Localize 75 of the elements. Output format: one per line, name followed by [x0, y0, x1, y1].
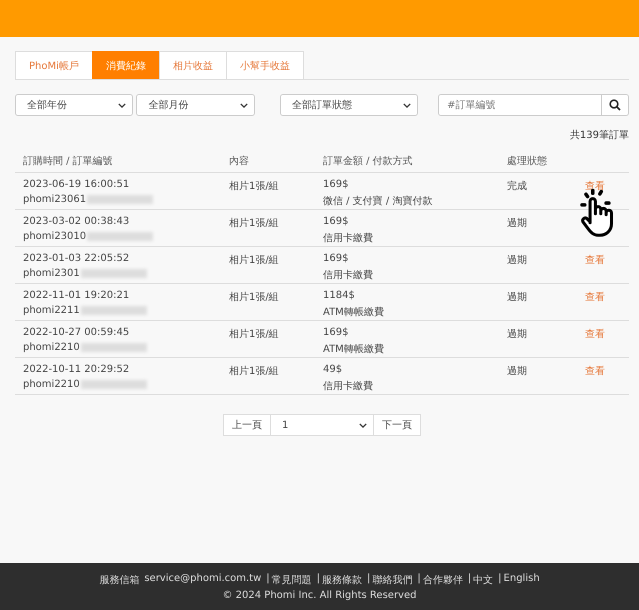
search-icon [608, 99, 621, 111]
payment-method: ATM轉帳繳費 [323, 342, 385, 356]
order-amount: 169$ [323, 179, 350, 190]
column-header: 訂購時間 / 訂單編號 [23, 154, 114, 168]
order-amount: 169$ [323, 216, 350, 227]
order-status: 過期 [507, 292, 527, 303]
next-page-button[interactable]: 下一頁 [373, 414, 421, 436]
year-dropdown[interactable]: 全部年份 [15, 94, 134, 116]
order-content: 相片1張/組 [229, 255, 279, 266]
order-time: 2022-10-11 20:29:52 [23, 364, 130, 375]
order-search-field[interactable]: #訂單編號 [438, 94, 602, 116]
page-dropdown[interactable]: 1 [270, 414, 374, 436]
order-status: 過期 [507, 366, 527, 377]
payment-method: ATM轉帳繳費 [323, 306, 385, 319]
search-button[interactable] [602, 94, 629, 116]
redaction-blur [80, 306, 147, 315]
column-header: 處理狀態 [507, 154, 548, 168]
footer-link[interactable]: 聯絡我們 [372, 572, 412, 586]
order-number: phomi2210 [23, 342, 80, 353]
order-time: 2023-01-03 22:05:52 [23, 253, 130, 264]
separator: | [367, 572, 370, 586]
column-header: 內容 [229, 154, 250, 168]
redaction-blur [80, 380, 147, 389]
order-content: 相片1張/組 [229, 366, 279, 377]
previous-page-button[interactable]: 上一頁 [223, 414, 271, 436]
order-amount: 49$ [323, 364, 344, 375]
footer-link[interactable]: English [504, 572, 540, 586]
order-time: 2022-10-27 00:59:45 [23, 327, 130, 338]
separator: | [417, 572, 421, 586]
mail-label: 服務信箱 [99, 574, 140, 586]
payment-method: 微信 / 支付寶 / 淘寶付款 [323, 194, 434, 208]
payment-method: 信用卡繳費 [323, 232, 374, 245]
column-header: 訂單金額 / 付款方式 [323, 154, 414, 168]
order-amount: 169$ [323, 253, 350, 264]
order-amount: 1184$ [323, 290, 356, 301]
order-status: 過期 [507, 255, 527, 266]
payment-method: 信用卡繳費 [323, 380, 374, 393]
separator: | [266, 572, 270, 586]
order-time: 2023-03-02 00:38:43 [23, 216, 130, 227]
chevron-icon [118, 102, 126, 108]
order-time: 2022-11-01 19:20:21 [23, 290, 130, 301]
order-content: 相片1張/組 [229, 329, 279, 340]
chevron-icon [359, 422, 367, 428]
chevron-icon [240, 102, 248, 108]
order-content: 相片1張/組 [229, 218, 279, 229]
order-count: 共139筆訂單 [570, 130, 629, 141]
redaction-blur [80, 343, 147, 352]
order-number: phomi23010 [23, 231, 86, 242]
redaction-blur [80, 269, 147, 278]
separator: | [468, 572, 472, 586]
redaction-blur [87, 232, 154, 241]
email-link[interactable]: service@phomi.com.tw [144, 572, 262, 586]
month-dropdown[interactable]: 全部月份 [136, 94, 255, 116]
copyright: © 2024 Phomi Inc. All Rights Reserved [222, 590, 416, 600]
order-number: phomi2211 [23, 305, 80, 316]
order-number: phomi2210 [23, 379, 80, 390]
order-content: 相片1張/組 [229, 181, 279, 192]
order-status: 過期 [507, 218, 527, 229]
chevron-icon [403, 102, 412, 108]
footer-link[interactable]: 服務條款 [322, 572, 362, 586]
separator: | [498, 572, 502, 586]
order-number: phomi23061 [23, 194, 86, 205]
footer-link[interactable]: 中文 [473, 572, 494, 586]
order-status: 過期 [507, 329, 527, 340]
payment-method: 信用卡繳費 [323, 268, 374, 282]
order-content: 相片1張/組 [229, 292, 279, 303]
separator: | [316, 572, 320, 586]
footer-link[interactable]: 合作夥伴 [422, 572, 463, 586]
order-amount: 169$ [323, 327, 350, 338]
redaction-blur [87, 195, 154, 204]
order-number: phomi2301 [23, 268, 80, 279]
status-dropdown[interactable]: 全部訂單狀態 [280, 94, 418, 116]
order-time: 2023-06-19 16:00:51 [23, 179, 130, 190]
footer-link[interactable]: 常見問題 [272, 572, 312, 586]
order-status: 完成 [507, 181, 527, 192]
